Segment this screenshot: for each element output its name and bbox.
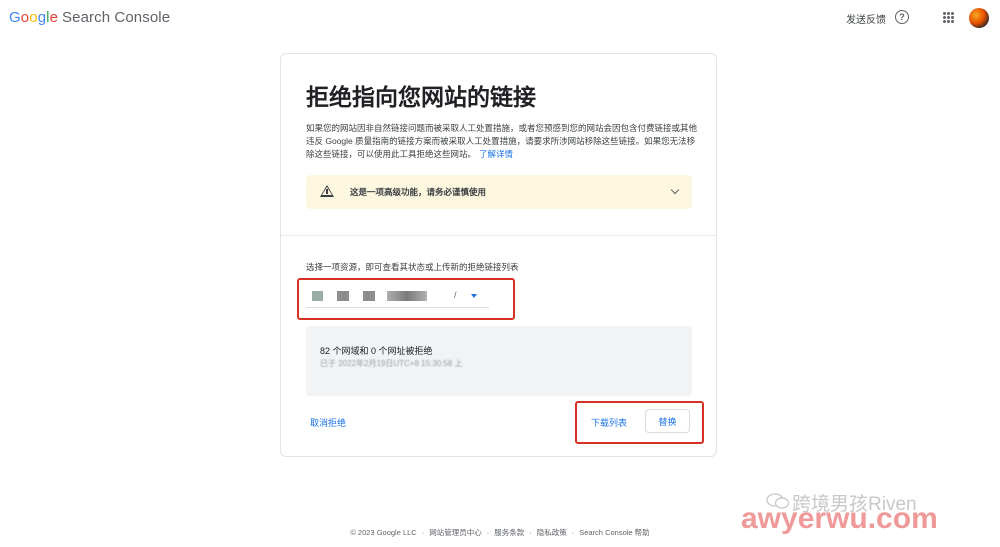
annotation-highlight-buttons [575,401,704,444]
logo-letter: o [20,9,30,26]
footer-link-help[interactable]: Search Console 帮助 [567,528,650,537]
top-app-bar: Google Search Console 发送反馈 ? [0,0,1000,36]
help-circle-icon[interactable]: ? [895,10,909,24]
page-title: 拒绝指向您网站的链接 [306,84,536,110]
footer-copyright: © 2023 Google LLC [350,528,417,537]
chevron-down-icon[interactable] [670,185,680,195]
disavow-status-box: 82 个网域和 0 个网址被拒绝 已于 2022年2月19日UTC+8 15:3… [306,326,692,396]
send-feedback-link[interactable]: 发送反馈 [846,11,886,26]
footer-link-terms[interactable]: 服务条款 [482,528,525,537]
logo-letter: g [37,9,47,26]
disavow-count-text: 82 个网域和 0 个网址被拒绝 [320,346,433,356]
logo-letter: e [49,9,59,26]
search-console-logo[interactable]: Google Search Console [9,9,170,26]
logo-product-name: Search Console [62,9,171,26]
logo-letter: o [29,9,38,26]
apps-grid-icon[interactable] [943,12,954,23]
learn-more-link[interactable]: 了解详情 [479,149,513,159]
section-divider [281,235,716,236]
page-footer: © 2023 Google LLC网站管理员中心服务条款隐私政策Search C… [0,527,1000,538]
warning-text: 这是一项高级功能，请务必谨慎使用 [350,187,487,197]
footer-link-privacy[interactable]: 隐私政策 [524,528,567,537]
upload-time-text: 已于 2022年2月19日UTC+8 15:30:58 上 [320,359,463,368]
logo-letter: G [9,9,21,26]
undo-disavow-button[interactable]: 取消拒绝 [310,416,346,429]
avatar[interactable] [969,8,989,28]
footer-link-webmaster[interactable]: 网站管理员中心 [417,528,482,537]
advanced-feature-warning[interactable]: 这是一项高级功能，请务必谨慎使用 [306,175,692,209]
warning-triangle-icon [320,185,334,197]
disavow-links-card: 拒绝指向您网站的链接 如果您的网站因非自然链接问题而被采取人工处置措施，或者您预… [280,53,717,457]
page-description: 如果您的网站因非自然链接问题而被采取人工处置措施，或者您预感到您的网站会因包含付… [306,122,698,161]
resource-select-label: 选择一项资源，即可查看其状态或上传新的拒绝链接列表 [306,262,519,272]
annotation-highlight-select [297,278,515,320]
